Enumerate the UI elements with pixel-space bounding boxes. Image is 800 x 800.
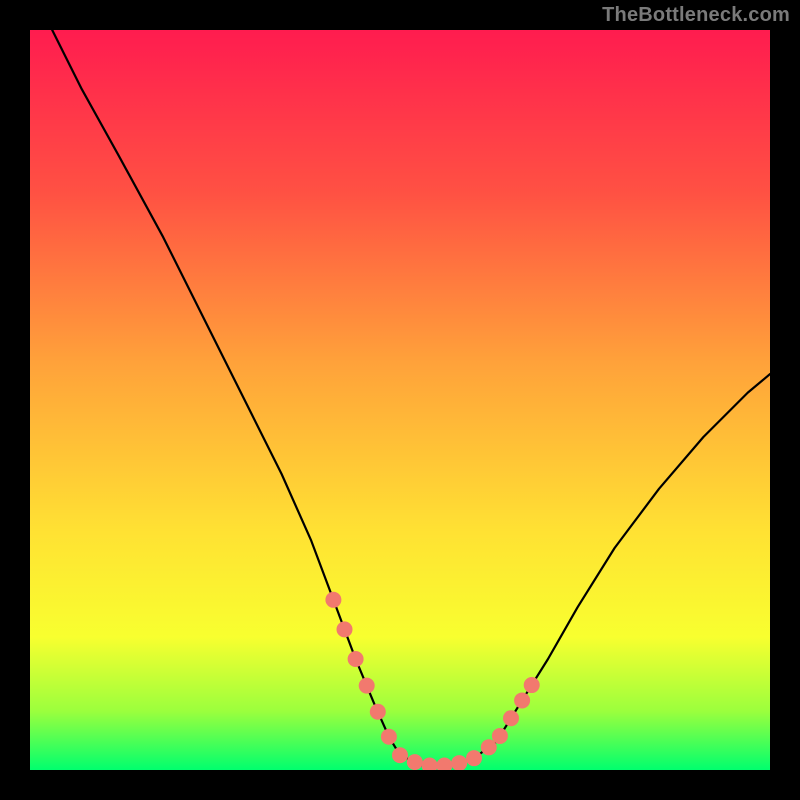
highlight-dot — [359, 678, 375, 694]
bottleneck-chart — [30, 30, 770, 770]
chart-frame: TheBottleneck.com — [0, 0, 800, 800]
chart-svg — [30, 30, 770, 770]
gradient-background — [30, 30, 770, 770]
highlight-dot — [524, 677, 540, 693]
highlight-dot — [325, 592, 341, 608]
highlight-dot — [370, 704, 386, 720]
highlight-dot — [407, 754, 423, 770]
watermark-text: TheBottleneck.com — [602, 4, 790, 27]
highlight-dot — [466, 750, 482, 766]
highlight-dot — [514, 692, 530, 708]
highlight-dot — [503, 710, 519, 726]
highlight-dot — [348, 651, 364, 667]
highlight-dot — [492, 728, 508, 744]
highlight-dot — [392, 747, 408, 763]
highlight-dot — [337, 621, 353, 637]
highlight-dot — [381, 729, 397, 745]
